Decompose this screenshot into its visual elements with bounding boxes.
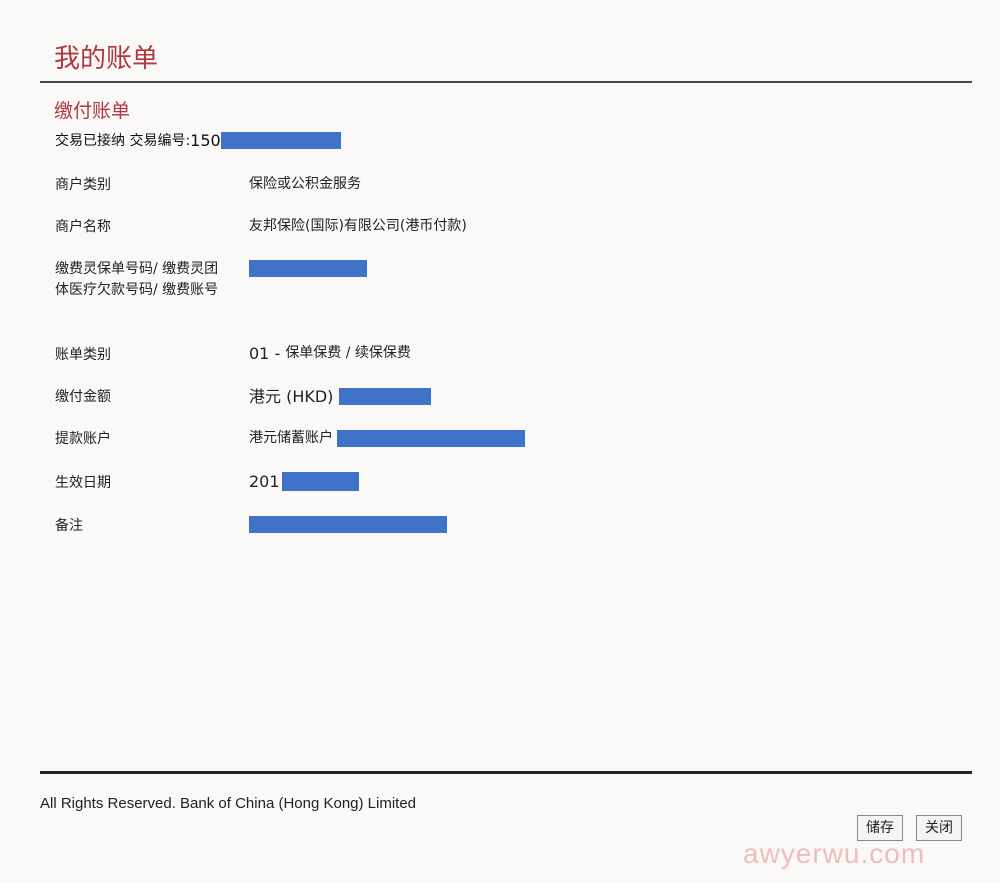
debit-account-label: 提款账户 [55, 431, 111, 447]
footer-divider [40, 771, 972, 774]
effective-date-value: 201 [249, 471, 359, 492]
section-title: 缴付账单 [54, 100, 131, 122]
bill-type-value: 01 - 保单保费 / 续保保费 [249, 343, 411, 364]
page-title: 我的账单 [54, 44, 159, 74]
bill-type-label: 账单类别 [55, 347, 111, 363]
bill-type-code: 01 - [249, 344, 286, 363]
effective-date-redaction [281, 472, 359, 491]
debit-account-value: 港元储蓄账户 [249, 428, 525, 449]
transaction-accepted-label: 交易已接纳 交易编号: [55, 133, 191, 149]
effective-date-prefix: 201 [249, 472, 280, 491]
merchant-category-value: 保险或公积金服务 [249, 176, 361, 192]
bill-type-text: 保单保费 / 续保保费 [285, 345, 411, 361]
merchant-category-label: 商户类别 [55, 177, 111, 193]
site-watermark: awyerwu.com [743, 838, 926, 869]
policy-number-value [249, 260, 367, 277]
transaction-ref-redaction [220, 131, 341, 149]
merchant-name-label: 商户名称 [55, 219, 111, 235]
transaction-accepted-line: 交易已接纳 交易编号: 150 [55, 130, 341, 150]
payment-amount-label: 缴付金额 [55, 389, 111, 405]
remarks-redaction [249, 516, 447, 533]
header-divider [40, 81, 972, 83]
copyright-text: All Rights Reserved. Bank of China (Hong… [40, 795, 417, 812]
merchant-name-value: 友邦保险(国际)有限公司(港币付款) [249, 218, 467, 234]
remarks-value [249, 516, 447, 533]
policy-number-redaction [249, 260, 367, 277]
debit-account-type: 港元储蓄账户 [249, 430, 333, 446]
payment-amount-currency: 港元 (HKD) [249, 387, 334, 406]
remarks-label: 备注 [55, 518, 83, 534]
effective-date-label: 生效日期 [55, 475, 111, 491]
transaction-ref-prefix: 150 [190, 130, 221, 150]
payment-amount-value: 港元 (HKD) [249, 386, 432, 407]
policy-number-label: 缴费灵保单号码/ 缴费灵团体医疗欠款号码/ 缴费账号 [55, 261, 219, 298]
debit-account-redaction [337, 430, 525, 447]
payment-amount-redaction [339, 388, 432, 405]
